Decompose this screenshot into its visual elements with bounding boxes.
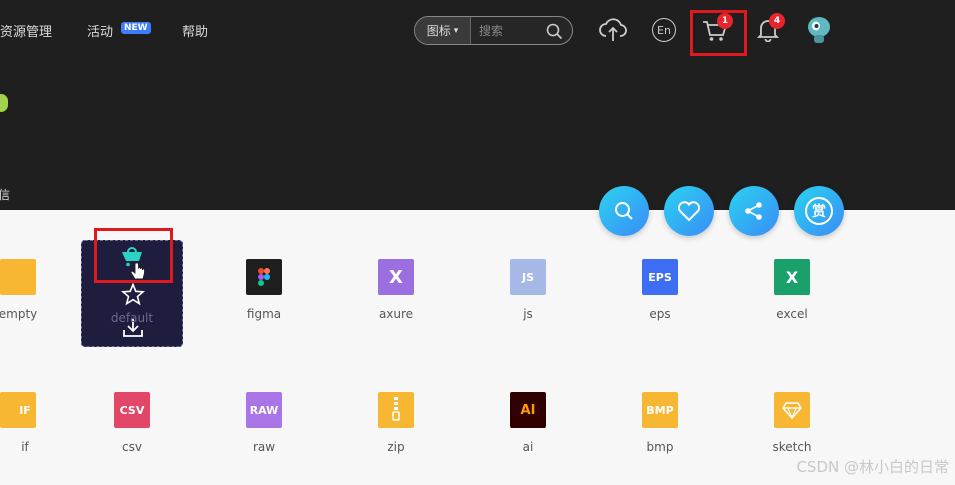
sketch-diamond-icon <box>774 392 810 428</box>
zip-icon <box>378 392 414 428</box>
star-icon[interactable] <box>120 282 146 310</box>
file-label: figma <box>246 307 282 321</box>
file-type-sketch[interactable]: sketch <box>742 392 842 454</box>
search-box: 图标 ▾ <box>414 16 573 45</box>
file-type-bmp[interactable]: BMP bmp <box>610 392 710 454</box>
file-type-axure[interactable]: X axure <box>346 259 446 321</box>
file-type-figma[interactable]: figma <box>214 259 314 321</box>
bmp-icon: BMP <box>642 392 678 428</box>
chevron-down-icon: ▾ <box>453 25 459 36</box>
file-label: zip <box>387 440 405 454</box>
status-dot <box>0 94 8 112</box>
search-icon <box>615 202 633 220</box>
nav-help[interactable]: 帮助 <box>182 21 208 40</box>
file-label: empty <box>0 307 38 321</box>
ai-icon: AI <box>510 392 546 428</box>
nav-resource-manage[interactable]: 资源管理 <box>0 21 52 40</box>
file-type-zip[interactable]: zip <box>346 392 446 454</box>
js-icon: JS <box>510 259 546 295</box>
reward-icon: 赏 <box>805 197 833 225</box>
raw-icon: RAW <box>246 392 282 428</box>
file-type-empty[interactable]: empty <box>0 259 68 321</box>
file-type-excel[interactable]: X excel <box>742 259 842 321</box>
file-label: excel <box>776 307 808 321</box>
csv-icon: CSV <box>114 392 150 428</box>
search-type-label: 图标 <box>426 24 451 38</box>
file-label: csv <box>122 440 142 454</box>
fab-favorite-button[interactable] <box>664 186 714 236</box>
figma-icon <box>246 259 282 295</box>
file-type-csv[interactable]: CSV csv <box>82 392 182 454</box>
file-type-raw[interactable]: RAW raw <box>214 392 314 454</box>
file-type-ai[interactable]: AI ai <box>478 392 578 454</box>
if-icon: IF <box>0 392 36 428</box>
watermark: CSDN @林小白的日常 <box>796 458 949 476</box>
language-toggle[interactable]: En <box>652 18 676 42</box>
heart-icon <box>677 201 701 222</box>
search-type-select[interactable]: 图标 ▾ <box>415 17 471 44</box>
avatar[interactable] <box>806 15 832 49</box>
file-label: bmp <box>646 440 674 454</box>
fab-reward-button[interactable]: 赏 <box>794 186 844 236</box>
file-label: axure <box>378 307 414 321</box>
upload-icon[interactable] <box>599 17 627 47</box>
excel-icon: X <box>774 259 810 295</box>
share-icon <box>745 202 762 220</box>
axure-icon: X <box>378 259 414 295</box>
file-label: js <box>523 307 533 321</box>
file-label: if <box>21 440 29 454</box>
eps-icon: EPS <box>642 259 678 295</box>
file-label: sketch <box>772 440 812 454</box>
folder-icon <box>0 259 36 295</box>
nav-activity[interactable]: 活动 <box>87 21 113 40</box>
if-icon-text: IF <box>19 403 31 417</box>
new-badge: NEW <box>121 22 151 34</box>
header-bar: 资源管理 活动 NEW 帮助 图标 ▾ En 1 4 信 <box>0 0 955 210</box>
file-label: eps <box>649 307 671 321</box>
fab-share-button[interactable] <box>729 186 779 236</box>
file-type-eps[interactable]: EPS eps <box>610 259 710 321</box>
search-icon[interactable] <box>546 23 563 44</box>
file-type-if[interactable]: IF if <box>0 392 68 454</box>
file-type-js[interactable]: JS js <box>478 259 578 321</box>
file-label: default <box>110 311 154 325</box>
highlight-box-cart <box>690 10 747 56</box>
bell-count-badge: 4 <box>769 13 785 29</box>
file-label: ai <box>522 440 534 454</box>
file-label: raw <box>252 440 276 454</box>
fab-search-button[interactable] <box>599 186 649 236</box>
search-input[interactable] <box>479 23 549 38</box>
highlight-box-hover-cart <box>94 228 173 283</box>
side-text: 信 <box>0 188 11 202</box>
